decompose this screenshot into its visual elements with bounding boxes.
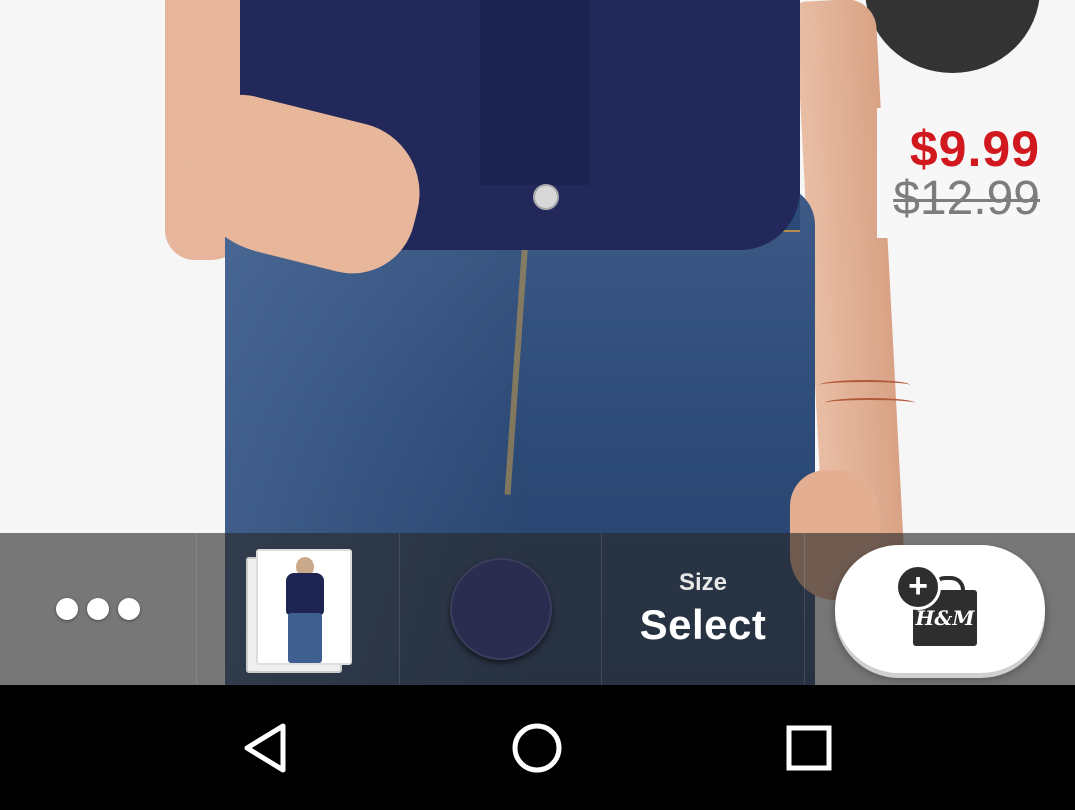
more-options-button[interactable] [0,533,197,685]
home-button[interactable] [492,703,582,793]
home-circle-icon [512,723,562,772]
bracelet [820,380,910,390]
sale-price: $9.99 [909,121,1040,177]
overlay-circle-badge[interactable] [865,0,1040,73]
add-to-bag-button[interactable]: H&M + [835,545,1045,673]
back-triangle-icon [244,723,286,772]
product-toolbar: Size Select H&M + [0,533,1075,685]
product-thumbnail-icon [245,549,352,673]
recents-button[interactable] [764,703,854,793]
size-select-button[interactable]: Size Select [602,533,805,685]
original-price: $12.99 [893,172,1040,225]
system-navigation-bar [0,685,1075,810]
more-dots-icon [56,598,140,620]
bracelet [825,398,915,408]
size-label: Size [678,569,728,596]
size-value: Select [639,601,767,648]
color-select-button[interactable] [400,533,602,685]
product-thumbnail-button[interactable] [197,533,400,685]
back-button[interactable] [221,703,311,793]
color-swatch [449,558,552,660]
plus-icon: + [895,564,941,610]
price-tag: $9.99 $12.99 [877,108,1052,238]
recents-square-icon [786,725,832,770]
jeans-button [533,184,559,210]
top-pleat [480,0,590,185]
add-to-bag-cell: H&M + [805,533,1075,685]
add-to-bag-icon: H&M + [895,564,979,648]
